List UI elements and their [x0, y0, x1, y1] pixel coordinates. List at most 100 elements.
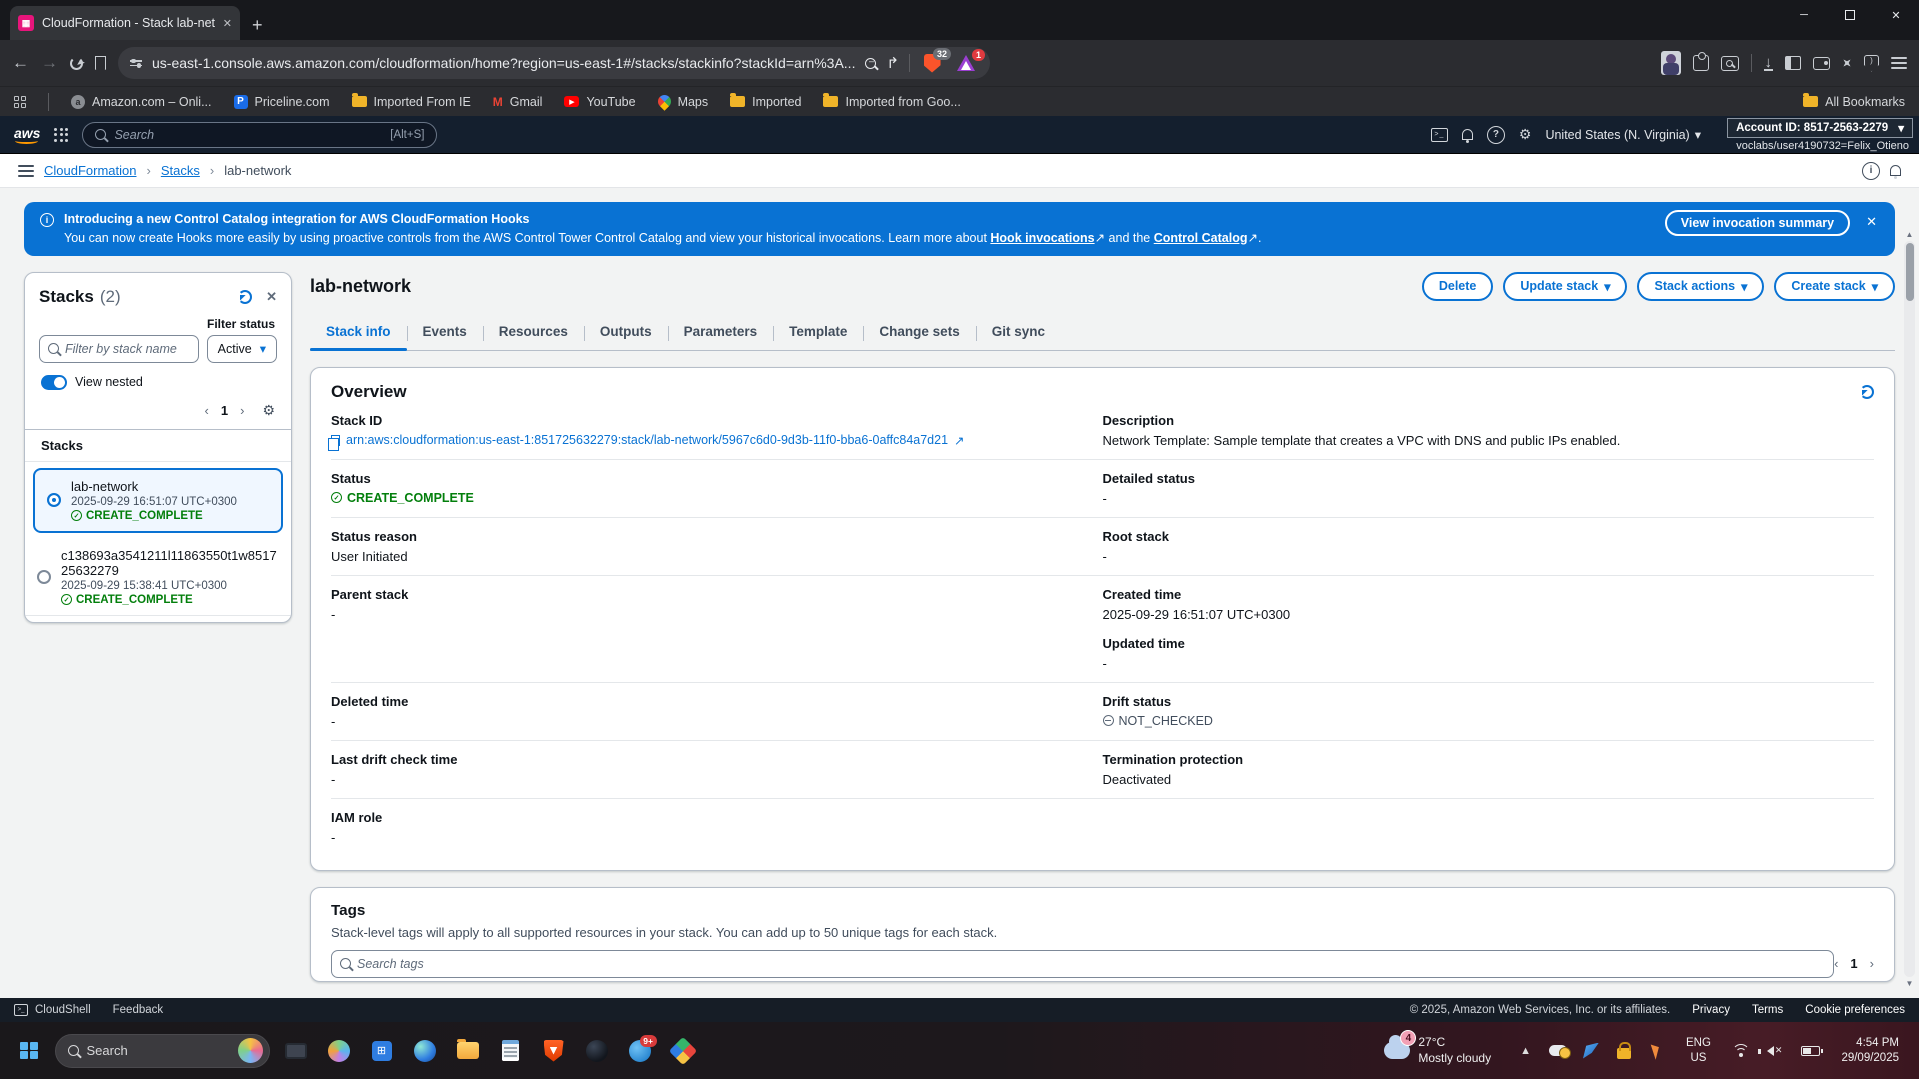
url-text[interactable]: us-east-1.console.aws.amazon.com/cloudfo… [152, 55, 855, 71]
scrollbar-thumb[interactable] [1906, 243, 1914, 301]
bookmark-gmail[interactable]: MGmail [493, 95, 543, 109]
reload-icon[interactable] [70, 57, 83, 70]
apps-grid-icon[interactable] [14, 96, 26, 108]
create-stack-button[interactable]: Create stack [1774, 272, 1895, 301]
hook-invocations-link[interactable]: Hook invocations [990, 231, 1094, 245]
extensions-icon[interactable] [1693, 55, 1709, 71]
aws-search-input[interactable]: Search [Alt+S] [82, 122, 437, 148]
dark-globe-icon[interactable] [580, 1034, 614, 1068]
feedback-button[interactable]: Feedback [113, 1004, 164, 1016]
tab-outputs[interactable]: Outputs [584, 315, 668, 350]
cloudshell-button[interactable]: >_CloudShell [14, 1004, 91, 1016]
back-icon[interactable]: ← [12, 53, 29, 73]
stack-id-link[interactable]: arn:aws:cloudformation:us-east-1:8517256… [346, 433, 948, 447]
view-nested-toggle[interactable] [41, 375, 67, 390]
stack-row-nested[interactable]: c138693a3541211l11863550t1w851725632279 … [25, 539, 291, 615]
notifications-icon[interactable] [1890, 165, 1901, 176]
control-catalog-link[interactable]: Control Catalog [1154, 231, 1248, 245]
onedrive-sync-icon[interactable] [1546, 1045, 1570, 1056]
tab-close-icon[interactable] [223, 17, 232, 30]
chevron-down-icon[interactable] [1898, 121, 1904, 135]
settings-gear-icon[interactable]: ⚙ [1519, 126, 1532, 143]
notepad-icon[interactable] [494, 1034, 528, 1068]
zoom-out-icon[interactable] [865, 58, 876, 69]
privacy-link[interactable]: Privacy [1692, 1004, 1730, 1016]
tab-parameters[interactable]: Parameters [668, 315, 774, 350]
stack-row-lab-network[interactable]: lab-network 2025-09-29 16:51:07 UTC+0300… [33, 468, 283, 533]
radio-selected-icon[interactable] [47, 493, 61, 507]
side-nav-toggle-icon[interactable] [18, 165, 34, 177]
tab-git-sync[interactable]: Git sync [976, 315, 1061, 350]
taskbar-clock[interactable]: 4:54 PM29/09/2025 [1841, 1036, 1899, 1066]
taskbar-search[interactable]: Search [55, 1034, 270, 1068]
edge-icon[interactable] [408, 1034, 442, 1068]
browser-menu-icon[interactable] [1891, 57, 1907, 69]
tags-prev-page-icon[interactable] [1834, 956, 1838, 971]
refresh-icon[interactable] [238, 290, 252, 304]
vpn-shield-icon[interactable]: ) [1864, 55, 1879, 72]
volume-muted-icon[interactable]: ✕ [1767, 1045, 1783, 1056]
services-grid-icon[interactable] [54, 128, 68, 142]
leo-ai-icon[interactable] [1840, 56, 1854, 70]
maximize-button[interactable] [1827, 0, 1873, 30]
tags-page-number[interactable]: 1 [1850, 956, 1857, 971]
notifications-bell-icon[interactable] [1462, 129, 1473, 140]
search-tabs-icon[interactable] [1721, 56, 1739, 71]
tags-next-page-icon[interactable] [1870, 956, 1874, 971]
microsoft-store-icon[interactable]: ⊞ [365, 1034, 399, 1068]
tab-resources[interactable]: Resources [483, 315, 584, 350]
file-explorer-icon[interactable] [451, 1034, 485, 1068]
account-menu[interactable]: voclabs/user4190732=Felix_Otieno [1736, 140, 1909, 152]
bookmark-folder-imported[interactable]: Imported [730, 95, 801, 109]
info-icon[interactable]: i [1862, 162, 1880, 180]
bookmark-amazon[interactable]: aAmazon.com – Onli... [71, 95, 212, 109]
page-number[interactable]: 1 [221, 403, 228, 418]
weather-widget[interactable]: 4 27°CMostly cloudy [1384, 1035, 1491, 1066]
downloads-icon[interactable]: ↓ [1764, 56, 1774, 71]
next-page-icon[interactable] [240, 403, 244, 418]
wifi-icon[interactable] [1732, 1044, 1750, 1057]
browser-tab[interactable]: ▦ CloudFormation - Stack lab-netw [10, 6, 240, 40]
diamond-kite-icon[interactable] [666, 1034, 700, 1068]
cookie-preferences-link[interactable]: Cookie preferences [1805, 1004, 1905, 1016]
terms-link[interactable]: Terms [1752, 1004, 1783, 1016]
breadcrumb-cloudformation[interactable]: CloudFormation [44, 163, 137, 178]
new-tab-button[interactable] [252, 15, 263, 40]
bookmark-priceline[interactable]: PPriceline.com [234, 95, 330, 109]
thunderbird-icon[interactable]: 9+ [623, 1034, 657, 1068]
help-icon[interactable]: ? [1487, 126, 1505, 144]
task-view-icon[interactable] [279, 1034, 313, 1068]
close-button[interactable]: ✕ [1873, 0, 1919, 30]
overview-refresh-icon[interactable] [1860, 385, 1874, 399]
copy-icon[interactable] [331, 435, 340, 446]
list-settings-gear-icon[interactable]: ⚙ [262, 402, 275, 419]
bookmark-icon[interactable] [95, 56, 106, 70]
bookmark-folder-imported-ie[interactable]: Imported From IE [352, 95, 471, 109]
aws-logo[interactable]: aws [14, 125, 40, 144]
battery-icon[interactable] [1801, 1046, 1820, 1056]
tab-stack-info[interactable]: Stack info [310, 315, 407, 350]
view-invocation-summary-button[interactable]: View invocation summary [1665, 210, 1850, 236]
radio-unselected-icon[interactable] [37, 570, 51, 584]
all-bookmarks-button[interactable]: All Bookmarks [1803, 95, 1905, 109]
security-lock-icon[interactable] [1612, 1043, 1636, 1059]
delete-button[interactable]: Delete [1422, 272, 1494, 301]
language-switcher[interactable]: ENGUS [1686, 1036, 1711, 1065]
profile-avatar[interactable] [1661, 51, 1681, 75]
tab-events[interactable]: Events [407, 315, 483, 350]
tab-template[interactable]: Template [773, 315, 863, 350]
pointer-tool-icon[interactable] [1645, 1043, 1669, 1059]
forward-icon[interactable]: → [41, 53, 58, 73]
prev-page-icon[interactable] [205, 403, 209, 418]
wallet-icon[interactable] [1813, 57, 1830, 70]
cloudshell-icon[interactable]: >_ [1431, 128, 1448, 142]
update-stack-button[interactable]: Update stack [1503, 272, 1627, 301]
stack-actions-button[interactable]: Stack actions [1637, 272, 1764, 301]
start-button[interactable] [20, 1042, 38, 1060]
region-selector[interactable]: United States (N. Virginia) [1545, 127, 1701, 142]
sidebar-icon[interactable] [1785, 56, 1801, 70]
bookmark-youtube[interactable]: ▶YouTube [564, 95, 635, 109]
address-bar[interactable]: us-east-1.console.aws.amazon.com/cloudfo… [118, 47, 990, 79]
filter-status-select[interactable]: Active [207, 335, 277, 363]
breadcrumb-stacks[interactable]: Stacks [161, 163, 200, 178]
